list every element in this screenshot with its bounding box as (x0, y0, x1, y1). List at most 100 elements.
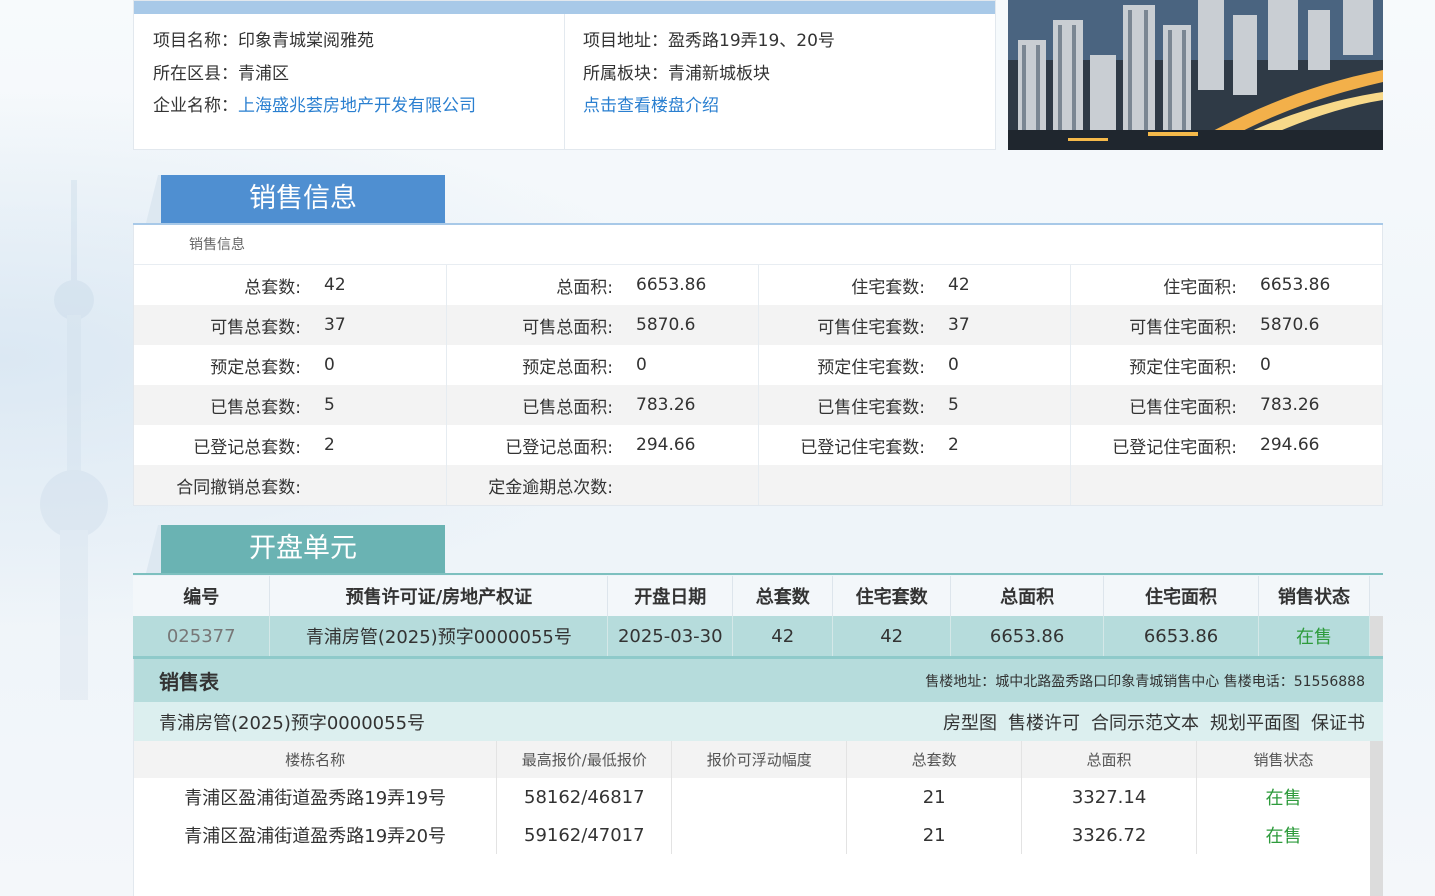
open-units-panel: 编号 预售许可证/房地产权证 开盘日期 总套数 住宅套数 总面积 住宅面积 销售状态 0253… (133, 576, 1383, 659)
sales-info-value: 5 (948, 385, 1071, 425)
document-link[interactable]: 保证书 (1311, 713, 1365, 734)
building-cell[interactable]: 青浦区盈浦街道盈秀路19弄19号 (134, 778, 498, 816)
company-link[interactable]: 上海盛兆荟房地产开发有限公司 (238, 96, 476, 116)
open-units-header: 总套数 (732, 576, 834, 616)
sales-info-table: 总套数: 42 总面积: 6653.86 住宅套数: 42 住宅面积: 6653.86 可售总套… (134, 265, 1382, 505)
building-cell: 58162/46817 (496, 778, 673, 816)
sales-table-scrollbar[interactable] (1370, 741, 1383, 896)
sales-info-key: 已售住宅套数: (758, 385, 948, 425)
sales-info-value: 2 (324, 425, 447, 465)
building-sales-table: 楼栋名称 最高报价/最低报价 报价可浮动幅度 总套数 总面积 销售状态 青浦区盈浦街道盈秀… (134, 741, 1371, 854)
block-value: 青浦新城板块 (668, 63, 770, 84)
sales-info-key: 预定总面积: (522, 357, 613, 378)
sales-info-caption: 销售信息 (134, 225, 1382, 265)
open-units-cell: 6653.86 (1103, 616, 1259, 656)
building-cell: 21 (846, 816, 1023, 854)
project-intro-link[interactable]: 点击查看楼盘介绍 (583, 96, 719, 116)
open-units-header: 总面积 (950, 576, 1105, 616)
sales-info-key: 预定住宅套数: (817, 357, 925, 378)
open-units-header: 销售状态 (1258, 576, 1370, 616)
building-cell (671, 816, 848, 854)
block-row: 所属板块：青浦新城板块 (583, 63, 770, 84)
sales-info-row: 合同撤销总套数: 定金逾期总次数: (134, 465, 1382, 505)
sales-info-value (636, 465, 759, 505)
sales-info-value: 6653.86 (1260, 275, 1331, 295)
building-table-header: 总套数 (846, 741, 1023, 778)
sales-info-value: 5870.6 (1260, 305, 1382, 345)
sales-info-row: 已售总套数: 5 已售总面积: 783.26 已售住宅套数: 5 已售住宅面积: 783.26 (134, 385, 1382, 425)
intro-row: 点击查看楼盘介绍 (583, 90, 835, 123)
sales-office-info: 售楼地址：城中北路盈秀路口印象青城销售中心 售楼电话：51556888 (925, 673, 1365, 690)
sales-info-key: 定金逾期总次数: (446, 465, 636, 505)
sales-info-key: 总套数: (244, 277, 301, 298)
sales-table-header: 销售表 售楼地址：城中北路盈秀路口印象青城销售中心 售楼电话：51556888 (134, 659, 1383, 702)
sales-info-key: 可售总面积: (446, 305, 636, 345)
building-table-header: 最高报价/最低报价 (496, 741, 673, 778)
project-photo[interactable] (1008, 0, 1383, 150)
sales-info-key: 合同撤销总套数: (134, 465, 324, 505)
sales-info-key: 可售总套数: (134, 305, 324, 345)
document-link[interactable]: 合同示范文本 (1091, 713, 1199, 734)
sales-info-value: 37 (948, 305, 1071, 345)
building-cell: 在售 (1196, 778, 1371, 816)
building-row[interactable]: 青浦区盈浦街道盈秀路19弄19号 58162/46817 21 3327.14 在售 (134, 778, 1371, 816)
project-info-topbar (134, 1, 995, 14)
sales-info-key: 已登记总面积: (505, 437, 613, 458)
open-units-table: 编号 预售许可证/房地产权证 开盘日期 总套数 住宅套数 总面积 住宅面积 销售状态 0253… (133, 576, 1370, 656)
sales-info-key (1070, 465, 1260, 505)
open-units-scrollbar[interactable] (1370, 616, 1383, 656)
open-units-tab: 开盘单元 (133, 525, 1383, 575)
sales-info-key: 预定总套数: (210, 357, 301, 378)
building-table-header: 报价可浮动幅度 (671, 741, 848, 778)
project-name: 印象青城棠阅雅苑 (238, 31, 374, 51)
open-units-header: 预售许可证/房地产权证 (269, 576, 609, 616)
sales-info-key (758, 465, 948, 505)
document-link[interactable]: 房型图 (943, 713, 997, 734)
address-value: 盈秀路19弄19、20号 (668, 31, 835, 51)
sales-info-key: 已售总面积: (446, 385, 636, 425)
project-name-row: 项目名称：印象青城棠阅雅苑 (153, 31, 374, 51)
open-units-header: 开盘日期 (607, 576, 734, 616)
open-units-cell: 42 (832, 616, 952, 656)
sales-info-value: 5870.6 (636, 305, 759, 345)
sales-table-subheader: 青浦房管(2025)预字0000055号 房型图 售楼许可 合同示范文本 规划平面图保… (134, 702, 1383, 741)
sales-info-key: 已登记总套数: (193, 437, 301, 458)
sales-info-row: 总套数: 42 总面积: 6653.86 住宅套数: 42 住宅面积: 6653.86 (134, 265, 1382, 305)
sales-info-tab: 销售信息 (133, 175, 1383, 225)
open-units-cell[interactable]: 青浦房管(2025)预字0000055号 (269, 616, 609, 656)
sales-info-key: 可售住宅面积: (1070, 305, 1260, 345)
project-info-panel: 项目名称：印象青城棠阅雅苑 所在区县：青浦区 企业名称：上海盛兆荟房地产开发有限… (133, 0, 996, 150)
open-units-tab-title[interactable]: 开盘单元 (161, 525, 445, 573)
building-cell[interactable]: 青浦区盈浦街道盈秀路19弄20号 (134, 816, 498, 854)
building-table-header: 销售状态 (1196, 741, 1371, 778)
sales-info-value: 42 (324, 265, 447, 305)
sales-table-panel: 销售表 售楼地址：城中北路盈秀路口印象青城销售中心 售楼电话：51556888 … (133, 659, 1383, 896)
document-link[interactable]: 规划平面图 (1210, 713, 1300, 734)
building-table-header: 总面积 (1021, 741, 1198, 778)
open-units-header: 编号 (133, 576, 271, 616)
sales-info-key: 可售住宅套数: (758, 305, 948, 345)
sales-info-tab-title[interactable]: 销售信息 (161, 175, 445, 223)
building-cell (671, 778, 848, 816)
open-units-cell: 2025-03-30 (607, 616, 734, 656)
sales-info-panel: 销售信息 总套数: 42 总面积: 6653.86 住宅套数: 42 住宅面积: 6653.8… (133, 225, 1383, 506)
sales-info-value (948, 465, 1071, 505)
sales-info-value: 37 (324, 305, 447, 345)
building-row[interactable]: 青浦区盈浦街道盈秀路19弄20号 59162/47017 21 3326.72 在售 (134, 816, 1371, 854)
sales-info-row: 已登记总套数: 2 已登记总面积: 294.66 已登记住宅套数: 2 已登记住宅面积: 29… (134, 425, 1382, 465)
sales-info-value: 783.26 (636, 385, 759, 425)
building-cell: 在售 (1196, 816, 1371, 854)
sales-info-key: 已登记住宅套数: (800, 437, 925, 458)
open-units-row[interactable]: 025377 青浦房管(2025)预字0000055号 2025-03-30 42 42… (133, 616, 1370, 656)
sales-info-value (1260, 465, 1382, 505)
sales-info-value: 0 (636, 345, 759, 385)
sales-info-value (324, 465, 447, 505)
sales-info-key: 总面积: (556, 277, 613, 298)
sales-info-value: 5 (324, 385, 447, 425)
sales-table-permit: 青浦房管(2025)预字0000055号 (159, 712, 426, 734)
address-row: 项目地址：盈秀路19弄19、20号 (583, 31, 835, 51)
document-link[interactable]: 售楼许可 (1008, 713, 1080, 734)
sales-table-title: 销售表 (159, 670, 219, 694)
sales-info-value: 294.66 (1260, 435, 1320, 455)
sales-info-row: 预定总套数: 0 预定总面积: 0 预定住宅套数: 0 预定住宅面积: 0 (134, 345, 1382, 385)
